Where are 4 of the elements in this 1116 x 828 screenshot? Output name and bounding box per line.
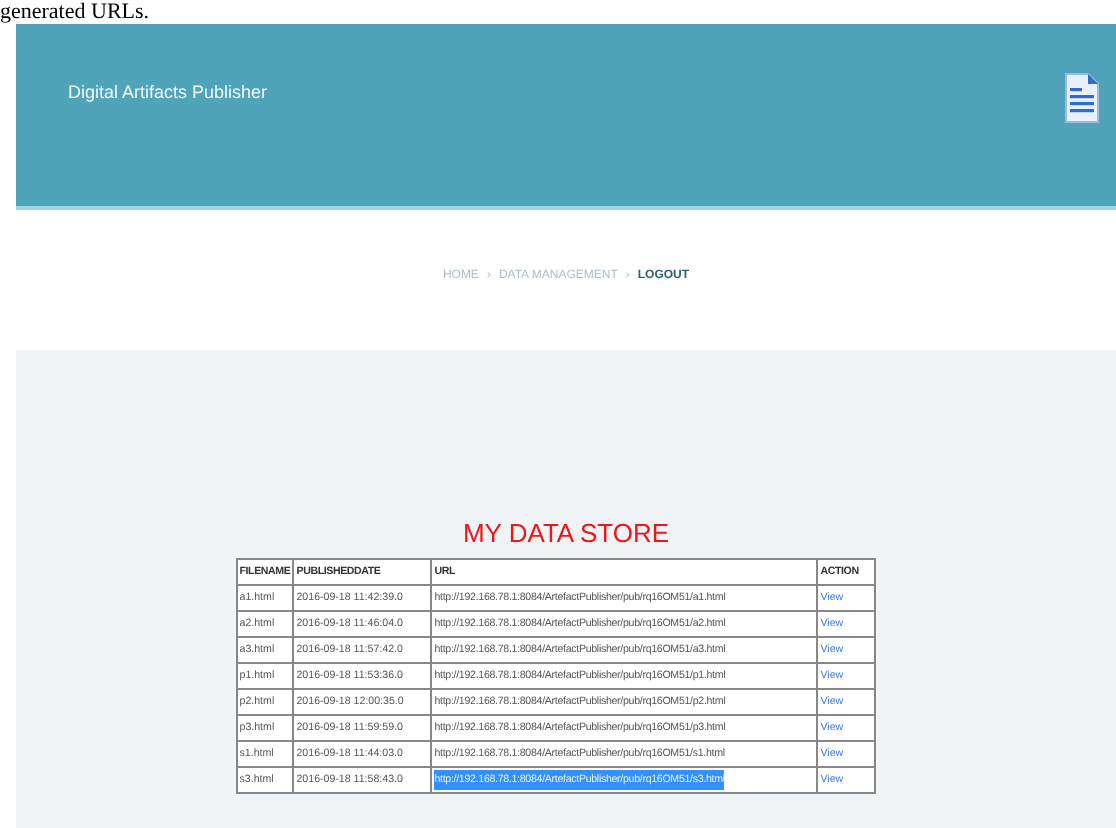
caption-text: generated URLs. — [0, 0, 152, 24]
document-icon[interactable] — [1064, 72, 1100, 124]
page-title: MY DATA STORE — [462, 518, 670, 548]
site-title[interactable]: Digital Artifacts Publisher — [68, 82, 268, 102]
